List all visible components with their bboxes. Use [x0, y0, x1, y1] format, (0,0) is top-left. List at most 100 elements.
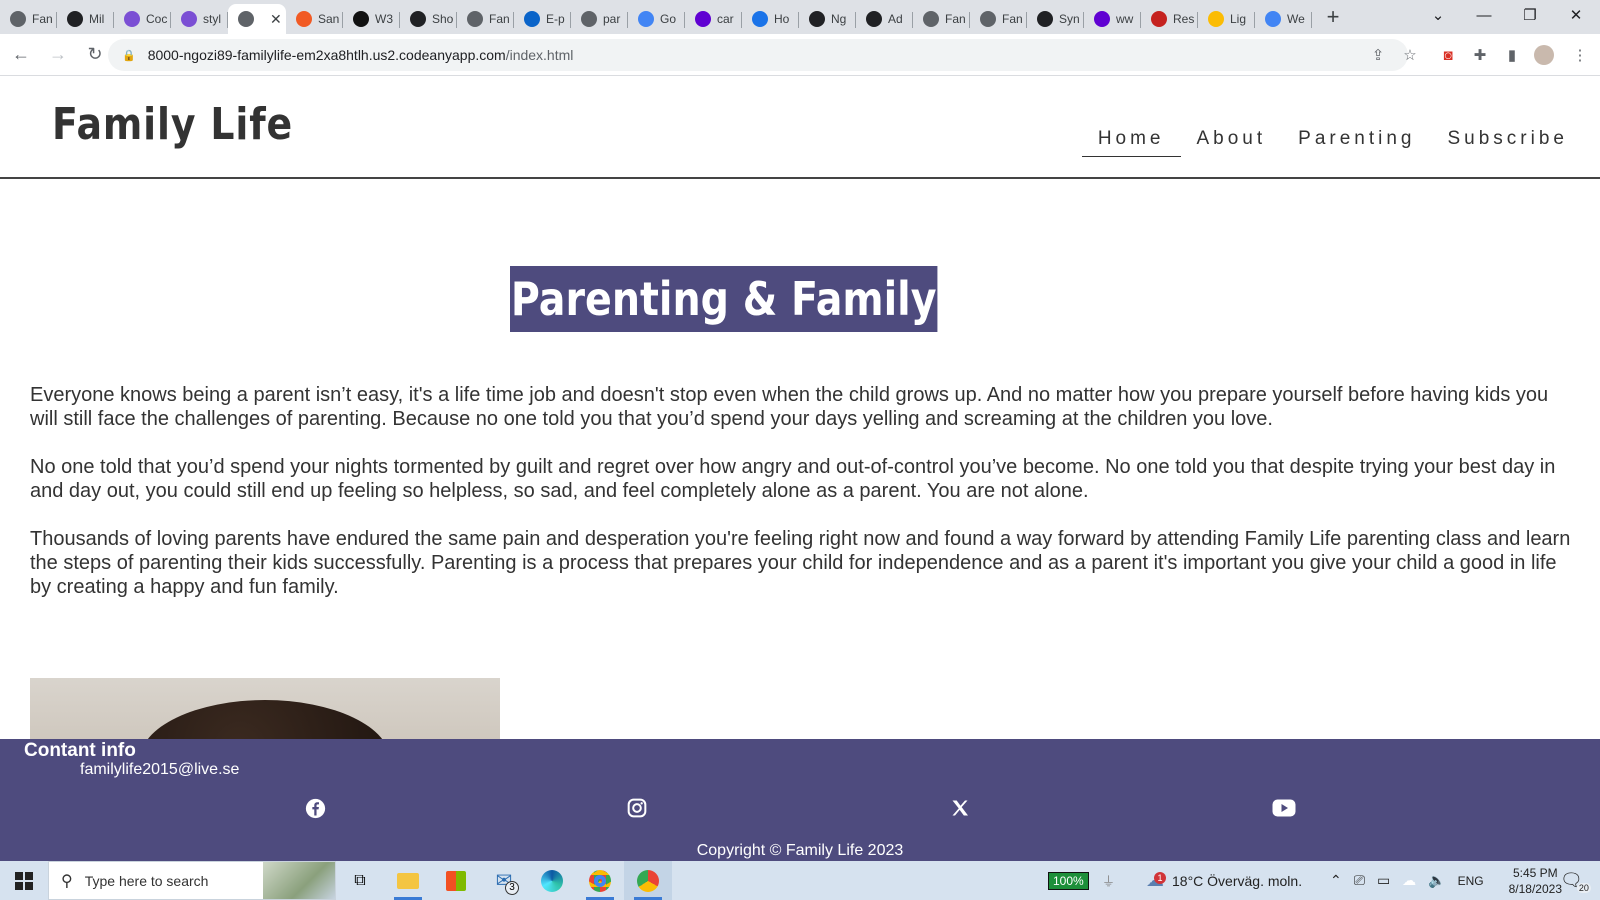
url-host: 8000-ngozi89-familylife-em2xa8htlh.us2.c…: [147, 47, 506, 63]
mail-app[interactable]: ✉ 3: [480, 861, 528, 900]
meet-now-icon[interactable]: ⎚: [1354, 872, 1365, 889]
pocket-extension-icon[interactable]: ◙: [1436, 43, 1460, 67]
tab-label: Ho: [774, 12, 790, 26]
side-panel-icon[interactable]: ▮: [1500, 43, 1524, 67]
browser-tab[interactable]: Mil: [57, 4, 114, 34]
volume-icon[interactable]: 🔈: [1428, 872, 1445, 889]
paragraph-3: Thousands of loving parents have endured…: [30, 528, 1571, 598]
search-highlight-image: [263, 862, 335, 899]
microsoft-store-app[interactable]: [432, 861, 480, 900]
browser-tab[interactable]: W3: [343, 4, 400, 34]
close-window-button[interactable]: ✕: [1553, 0, 1599, 30]
browser-tab[interactable]: Fan: [0, 4, 57, 34]
profile-avatar-icon[interactable]: [1532, 43, 1556, 67]
browser-tab[interactable]: car: [685, 4, 742, 34]
tab-label: E-p: [546, 12, 565, 26]
browser-tab[interactable]: par: [571, 4, 628, 34]
chrome-app[interactable]: [576, 861, 624, 900]
tab-label: San: [318, 12, 340, 26]
browser-tab[interactable]: Lig: [1198, 4, 1255, 34]
cube-icon: [124, 11, 140, 27]
browser-tab[interactable]: E-p: [514, 4, 571, 34]
browser-tab[interactable]: Fan: [913, 4, 970, 34]
youtube-icon[interactable]: [1272, 796, 1296, 820]
nav-home[interactable]: Home: [1081, 128, 1181, 157]
tab-search-chevron-icon[interactable]: ⌄: [1415, 0, 1461, 30]
search-icon: ⚲: [61, 872, 73, 890]
onedrive-icon[interactable]: ☁: [1402, 872, 1416, 889]
notification-count: 20: [1576, 883, 1591, 893]
tab-label: Fan: [945, 12, 966, 26]
browser-tab[interactable]: San: [286, 4, 343, 34]
tab-list: Fan Mil Coc styl ✕ San W3 Sho Fan E-p par Go car Ho Ng…: [0, 0, 1312, 34]
share-icon[interactable]: ⇪: [1366, 43, 1390, 67]
chrome-profile-app[interactable]: [624, 861, 672, 900]
outlook-icon: [524, 11, 540, 27]
nav-about[interactable]: About: [1181, 128, 1283, 157]
yahoo-icon: [695, 11, 711, 27]
minimize-button[interactable]: —: [1461, 0, 1507, 30]
browser-tab[interactable]: Go: [628, 4, 685, 34]
battery-icon[interactable]: ▭: [1377, 872, 1390, 889]
instagram-icon[interactable]: [625, 796, 649, 820]
taskbar-clock[interactable]: 5:45 PM 8/18/2023: [1509, 865, 1562, 897]
browser-tab[interactable]: ✕: [228, 4, 286, 34]
edge-app[interactable]: [528, 861, 576, 900]
weather-cloud-icon: ☁1: [1146, 870, 1166, 891]
start-button[interactable]: [0, 861, 48, 900]
chrome-profile-icon: [637, 869, 659, 892]
tray-chevron-icon[interactable]: ⌃: [1330, 872, 1342, 889]
restore-button[interactable]: ❐: [1507, 0, 1553, 30]
facebook-icon[interactable]: [303, 796, 327, 820]
google-icon: [1265, 11, 1281, 27]
browser-tab[interactable]: We: [1255, 4, 1312, 34]
red-icon: [1151, 11, 1167, 27]
tab-label: par: [603, 12, 621, 26]
tab-label: styl: [203, 12, 221, 26]
browser-tab[interactable]: styl: [171, 4, 228, 34]
task-view-button[interactable]: ⧉: [336, 861, 384, 900]
address-bar[interactable]: 🔒 8000-ngozi89-familylife-em2xa8htlh.us2…: [108, 39, 1408, 71]
browser-tab[interactable]: Res: [1141, 4, 1198, 34]
forward-button[interactable]: →: [42, 39, 74, 71]
browser-tab[interactable]: Ad: [856, 4, 913, 34]
nav-parenting[interactable]: Parenting: [1282, 128, 1431, 157]
extensions-puzzle-icon[interactable]: ✚: [1468, 43, 1492, 67]
github-icon: [866, 11, 882, 27]
taskbar-search-placeholder: Type here to search: [84, 872, 209, 889]
cube-icon: [181, 11, 197, 27]
tab-label: Fan: [32, 12, 53, 26]
browser-tab[interactable]: Syn: [1027, 4, 1084, 34]
main-nav: Home About Parenting Subscribe: [1081, 128, 1585, 157]
new-tab-button[interactable]: +: [1318, 2, 1348, 32]
site-footer: Contant info familylife2015@live.se Copy…: [0, 739, 1600, 861]
footer-email[interactable]: familylife2015@live.se: [80, 761, 239, 779]
browser-tab[interactable]: Fan: [970, 4, 1027, 34]
bookmark-star-icon[interactable]: ☆: [1398, 43, 1422, 67]
close-icon[interactable]: ✕: [270, 11, 282, 28]
nav-subscribe[interactable]: Subscribe: [1432, 128, 1585, 157]
browser-tab[interactable]: Fan: [457, 4, 514, 34]
globe-icon: [980, 11, 996, 27]
language-indicator[interactable]: ENG: [1458, 874, 1484, 888]
c-icon: [752, 11, 768, 27]
tab-label: We: [1287, 12, 1305, 26]
reload-button[interactable]: ↻: [79, 39, 111, 71]
site-logo[interactable]: Family Life: [52, 99, 293, 150]
notification-center-button[interactable]: 🗨 20: [1560, 861, 1591, 900]
taskbar-search-box[interactable]: ⚲ Type here to search: [48, 861, 336, 900]
browser-menu-icon[interactable]: ⋮: [1568, 43, 1592, 67]
weather-widget[interactable]: ☁1 18°C Överväg. moln.: [1146, 861, 1302, 900]
x-icon[interactable]: [948, 796, 972, 820]
battery-indicator[interactable]: 100%: [1048, 861, 1089, 900]
browser-tab[interactable]: Coc: [114, 4, 171, 34]
translate-icon: [638, 11, 654, 27]
browser-tab[interactable]: Sho: [400, 4, 457, 34]
back-button[interactable]: ←: [5, 39, 37, 71]
browser-tab[interactable]: ww: [1084, 4, 1141, 34]
browser-tab[interactable]: Ho: [742, 4, 799, 34]
file-explorer-app[interactable]: [384, 861, 432, 900]
paragraph-1: Everyone knows being a parent isn’t easy…: [30, 384, 1549, 430]
browser-tab[interactable]: Ng: [799, 4, 856, 34]
mail-badge: 3: [505, 881, 519, 895]
